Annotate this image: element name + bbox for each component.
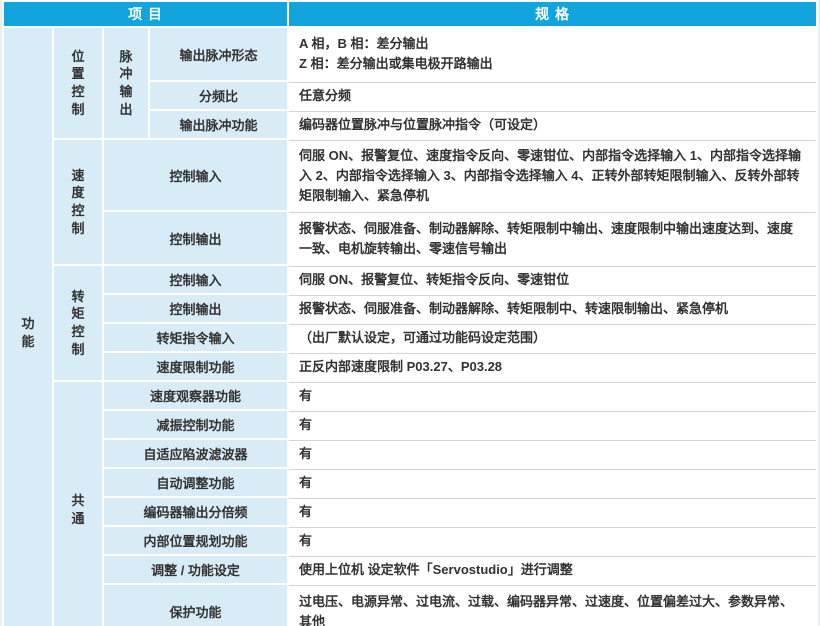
function-group-label: 功能	[21, 315, 35, 350]
row-item-label: 控制输入	[104, 140, 287, 210]
row-spec-value: 有	[289, 469, 816, 496]
section-label-position-control: 位置控制	[54, 28, 102, 138]
row-spec-value: （出厂默认设定，可通过功能码设定范围）	[289, 324, 816, 351]
row-spec-value: 有	[289, 411, 816, 438]
row-item-label: 减振控制功能	[104, 411, 287, 438]
row-item-label: 输出脉冲功能	[150, 111, 287, 138]
column-header-spec: 规 格	[289, 2, 816, 26]
section-label-torque-control: 转矩控制	[54, 266, 102, 380]
row-spec-value: 过电压、电源异常、过电流、过载、编码器异常、过速度、位置偏差过大、参数异常、其他	[289, 585, 816, 626]
row-spec-value: 有	[289, 440, 816, 467]
row-item-label: 编码器输出分倍频	[104, 498, 287, 525]
function-group-cell: 功能	[4, 28, 52, 626]
row-item-label: 控制输出	[104, 212, 287, 264]
row-spec-value: 报警状态、伺服准备、制动器解除、转矩限制中、转速限制输出、紧急停机	[289, 295, 816, 322]
section-label-speed-control: 速度控制	[54, 140, 102, 264]
row-item-label: 转矩指令输入	[104, 324, 287, 351]
row-spec-value: 有	[289, 382, 816, 409]
row-spec-value: 正反内部速度限制 P03.27、P03.28	[289, 353, 816, 380]
row-spec-value: 伺服 ON、报警复位、速度指令反向、零速钳位、内部指令选择输入 1、内部指令选择…	[289, 140, 816, 210]
section-label-common: 共通	[54, 382, 102, 626]
row-item-label: 速度观察器功能	[104, 382, 287, 409]
row-spec-value: 伺服 ON、报警复位、转矩指令反向、零速钳位	[289, 266, 816, 293]
row-spec-value: 编码器位置脉冲与位置脉冲指令（可设定）	[289, 111, 816, 138]
row-spec-value: 任意分频	[289, 82, 816, 109]
row-item-label: 控制输入	[104, 266, 287, 293]
row-spec-value: 有	[289, 527, 816, 554]
row-item-label: 保护功能	[104, 585, 287, 626]
row-item-label: 内部位置规划功能	[104, 527, 287, 554]
row-spec-value: 报警状态、伺服准备、制动器解除、转矩限制中输出、速度限制中输出速度达到、速度一致…	[289, 212, 816, 264]
row-spec-value: 有	[289, 498, 816, 525]
row-item-label: 输出脉冲形态	[150, 28, 287, 80]
sub-label-pulse-output: 脉冲输出	[104, 28, 148, 138]
row-item-label: 控制输出	[104, 295, 287, 322]
row-spec-value: A 相，B 相：差分输出 Z 相：差分输出或集电极开路输出	[289, 28, 816, 80]
row-spec-value: 使用上位机 设定软件「Servostudio」进行调整	[289, 556, 816, 583]
spec-table: 项 目 规 格 功能 位置控制 脉冲输出 输出脉冲形态 A 相，B 相：差分输出…	[2, 0, 818, 626]
column-header-item: 项 目	[4, 2, 287, 26]
row-item-label: 自适应陷波滤波器	[104, 440, 287, 467]
row-item-label: 调整 / 功能设定	[104, 556, 287, 583]
row-item-label: 自动调整功能	[104, 469, 287, 496]
row-item-label: 速度限制功能	[104, 353, 287, 380]
row-item-label: 分频比	[150, 82, 287, 109]
